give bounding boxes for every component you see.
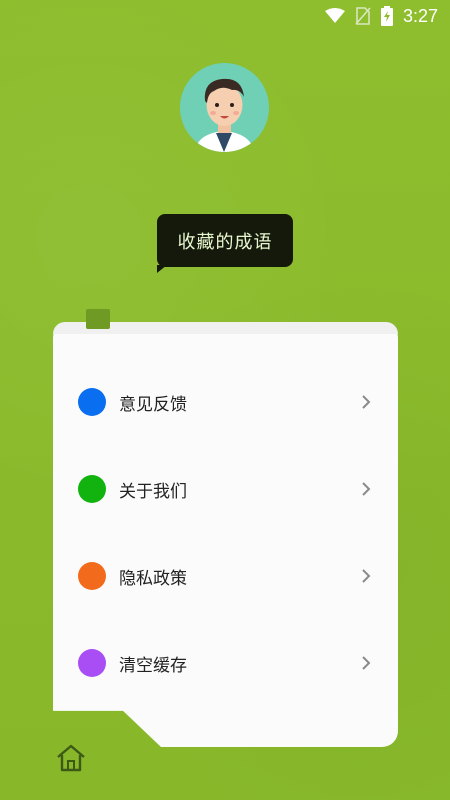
clear-cache-dot-icon — [78, 649, 106, 677]
status-bar: 3:27 — [0, 0, 450, 32]
chevron-right-icon — [362, 569, 371, 583]
about-dot-icon — [78, 475, 106, 503]
avatar-icon — [180, 63, 269, 152]
menu-item-label: 关于我们 — [119, 481, 187, 502]
battery-charging-icon — [380, 6, 393, 26]
menu-item-about-us[interactable]: 关于我们 — [53, 459, 398, 519]
card-tab — [86, 309, 110, 329]
menu-item-feedback[interactable]: 意见反馈 — [53, 372, 398, 432]
title-bubble: 收藏的成语 — [157, 214, 293, 273]
feedback-dot-icon — [78, 388, 106, 416]
menu-item-label: 隐私政策 — [119, 568, 187, 589]
privacy-dot-icon — [78, 562, 106, 590]
no-sim-icon — [355, 7, 371, 25]
menu-item-privacy-policy[interactable]: 隐私政策 — [53, 546, 398, 606]
avatar[interactable] — [180, 63, 269, 152]
menu-item-clear-cache[interactable]: 清空缓存 — [53, 633, 398, 693]
menu-item-label: 意见反馈 — [119, 394, 187, 415]
chevron-right-icon — [362, 482, 371, 496]
wifi-icon — [324, 8, 345, 23]
chevron-right-icon — [362, 656, 371, 670]
home-icon[interactable] — [55, 744, 87, 772]
page-title: 收藏的成语 — [177, 231, 273, 253]
clock: 3:27 — [402, 5, 438, 26]
menu-item-label: 清空缓存 — [119, 655, 187, 676]
chevron-right-icon — [362, 395, 371, 409]
